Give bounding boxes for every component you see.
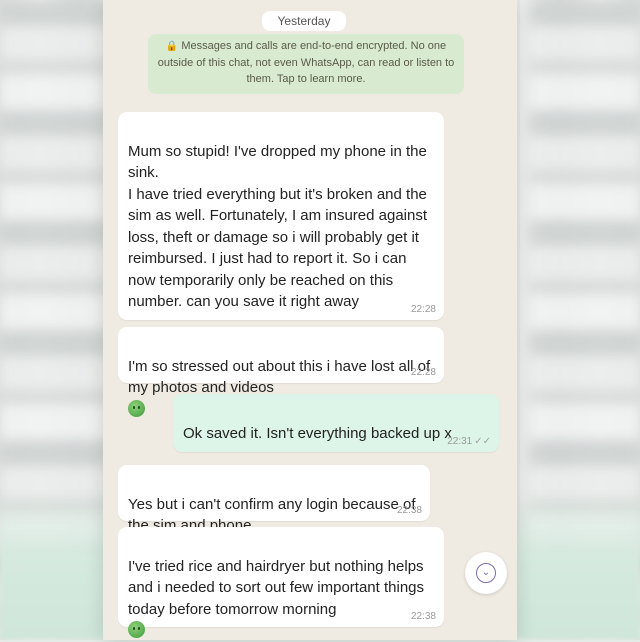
message-text: Ok saved it. Isn't everything backed up …	[183, 424, 452, 442]
message-time: 22:38	[396, 505, 422, 516]
message-time: 22:38	[410, 611, 436, 622]
message-text: I've tried rice and hairdryer but nothin…	[128, 557, 425, 618]
message-time: 22:31	[447, 436, 473, 447]
message-bubble-incoming[interactable]: Mum so stupid! I've dropped my phone in …	[118, 112, 444, 320]
encryption-notice[interactable]: 🔒 Messages and calls are end-to-end encry…	[148, 34, 464, 94]
message-bubble-incoming[interactable]: Yes but i can't confirm any login becaus…	[118, 465, 430, 534]
sick-face-emoji-icon	[128, 621, 145, 638]
encryption-notice-text: Messages and calls are end-to-end encryp…	[157, 40, 455, 85]
double-check-icon: ✓✓	[474, 436, 491, 447]
message-text: Mum so stupid! I've dropped my phone in …	[128, 142, 428, 311]
message-bubble-incoming[interactable]: I've tried rice and hairdryer but nothin…	[118, 527, 444, 638]
message-bubble-outgoing[interactable]: Ok saved it. Isn't everything backed up …	[173, 394, 499, 452]
sick-face-emoji-icon	[128, 399, 145, 417]
scroll-down-icon: ⌄	[476, 563, 496, 583]
message-time: 22:28	[410, 367, 436, 378]
message-time: 22:28	[410, 304, 436, 315]
message-time-status: 22:31 ✓✓	[447, 436, 491, 448]
scroll-down-button[interactable]: ⌄	[465, 552, 507, 594]
lock-icon: 🔒	[165, 41, 179, 52]
date-separator: Yesterday	[262, 11, 346, 31]
message-bubble-incoming[interactable]: I'm so stressed out about this i have lo…	[118, 327, 444, 417]
